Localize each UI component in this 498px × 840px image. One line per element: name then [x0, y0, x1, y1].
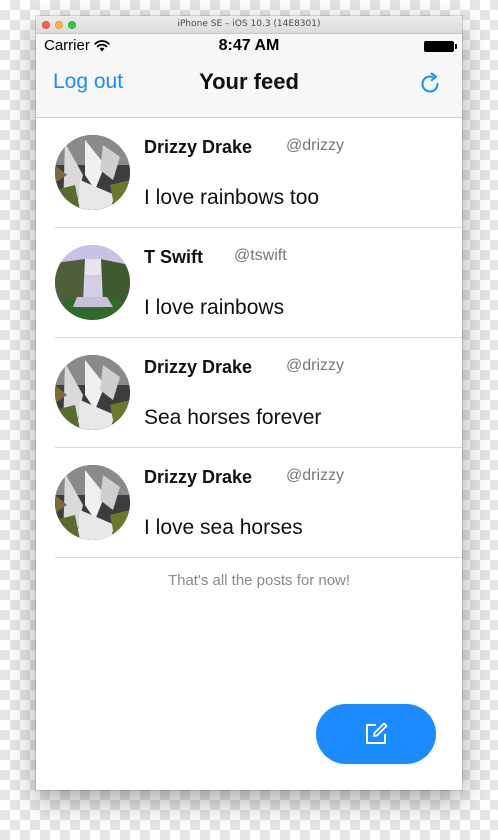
compose-button[interactable] [316, 704, 436, 764]
battery-icon [424, 41, 457, 52]
waterfall-bw-avatar-image [55, 355, 130, 430]
feed-post[interactable]: Drizzy Drake @drizzy Sea horses forever [36, 338, 462, 448]
post-author-handle: @drizzy [286, 137, 345, 154]
avatar[interactable] [55, 245, 130, 320]
navigation-bar: Log out Your feed [36, 56, 462, 118]
waterfall-color-avatar-image [55, 245, 130, 320]
simulator-title: iPhone SE – iOS 10.3 (14E8301) [177, 19, 321, 29]
refresh-icon[interactable] [418, 72, 442, 96]
post-text: Sea horses forever [144, 406, 322, 429]
status-bar: Carrier 8:47 AM [36, 34, 462, 56]
end-of-feed-note: That's all the posts for now! [167, 572, 351, 589]
post-author-name: Drizzy Drake [144, 137, 253, 157]
post-text: I love rainbows too [144, 186, 320, 209]
post-author-handle: @drizzy [286, 467, 345, 484]
compose-icon [366, 722, 388, 744]
post-text: I love sea horses [144, 516, 303, 539]
post-author-handle: @drizzy [286, 357, 345, 374]
waterfall-bw-avatar-image [55, 135, 130, 210]
simulator-titlebar: iPhone SE – iOS 10.3 (14E8301) [36, 16, 462, 34]
simulator-window: iPhone SE – iOS 10.3 (14E8301) Carrier 8… [36, 16, 462, 790]
post-author-name: Drizzy Drake [144, 467, 253, 487]
waterfall-bw-avatar-image [55, 465, 130, 540]
feed-post[interactable]: T Swift @tswift I love rainbows [36, 228, 462, 338]
page-title: Your feed [199, 69, 299, 94]
post-author-handle: @tswift [234, 247, 287, 264]
avatar[interactable] [55, 135, 130, 210]
feed-list[interactable]: Drizzy Drake @drizzy I love rainbows too… [36, 118, 462, 589]
post-author-name: T Swift [144, 247, 203, 267]
avatar[interactable] [55, 355, 130, 430]
feed-post[interactable]: Drizzy Drake @drizzy I love sea horses [36, 448, 462, 558]
status-time: 8:47 AM [218, 37, 280, 54]
post-author-name: Drizzy Drake [144, 357, 253, 377]
post-text: I love rainbows [144, 296, 285, 319]
avatar[interactable] [55, 465, 130, 540]
feed-post[interactable]: Drizzy Drake @drizzy I love rainbows too [36, 118, 462, 228]
